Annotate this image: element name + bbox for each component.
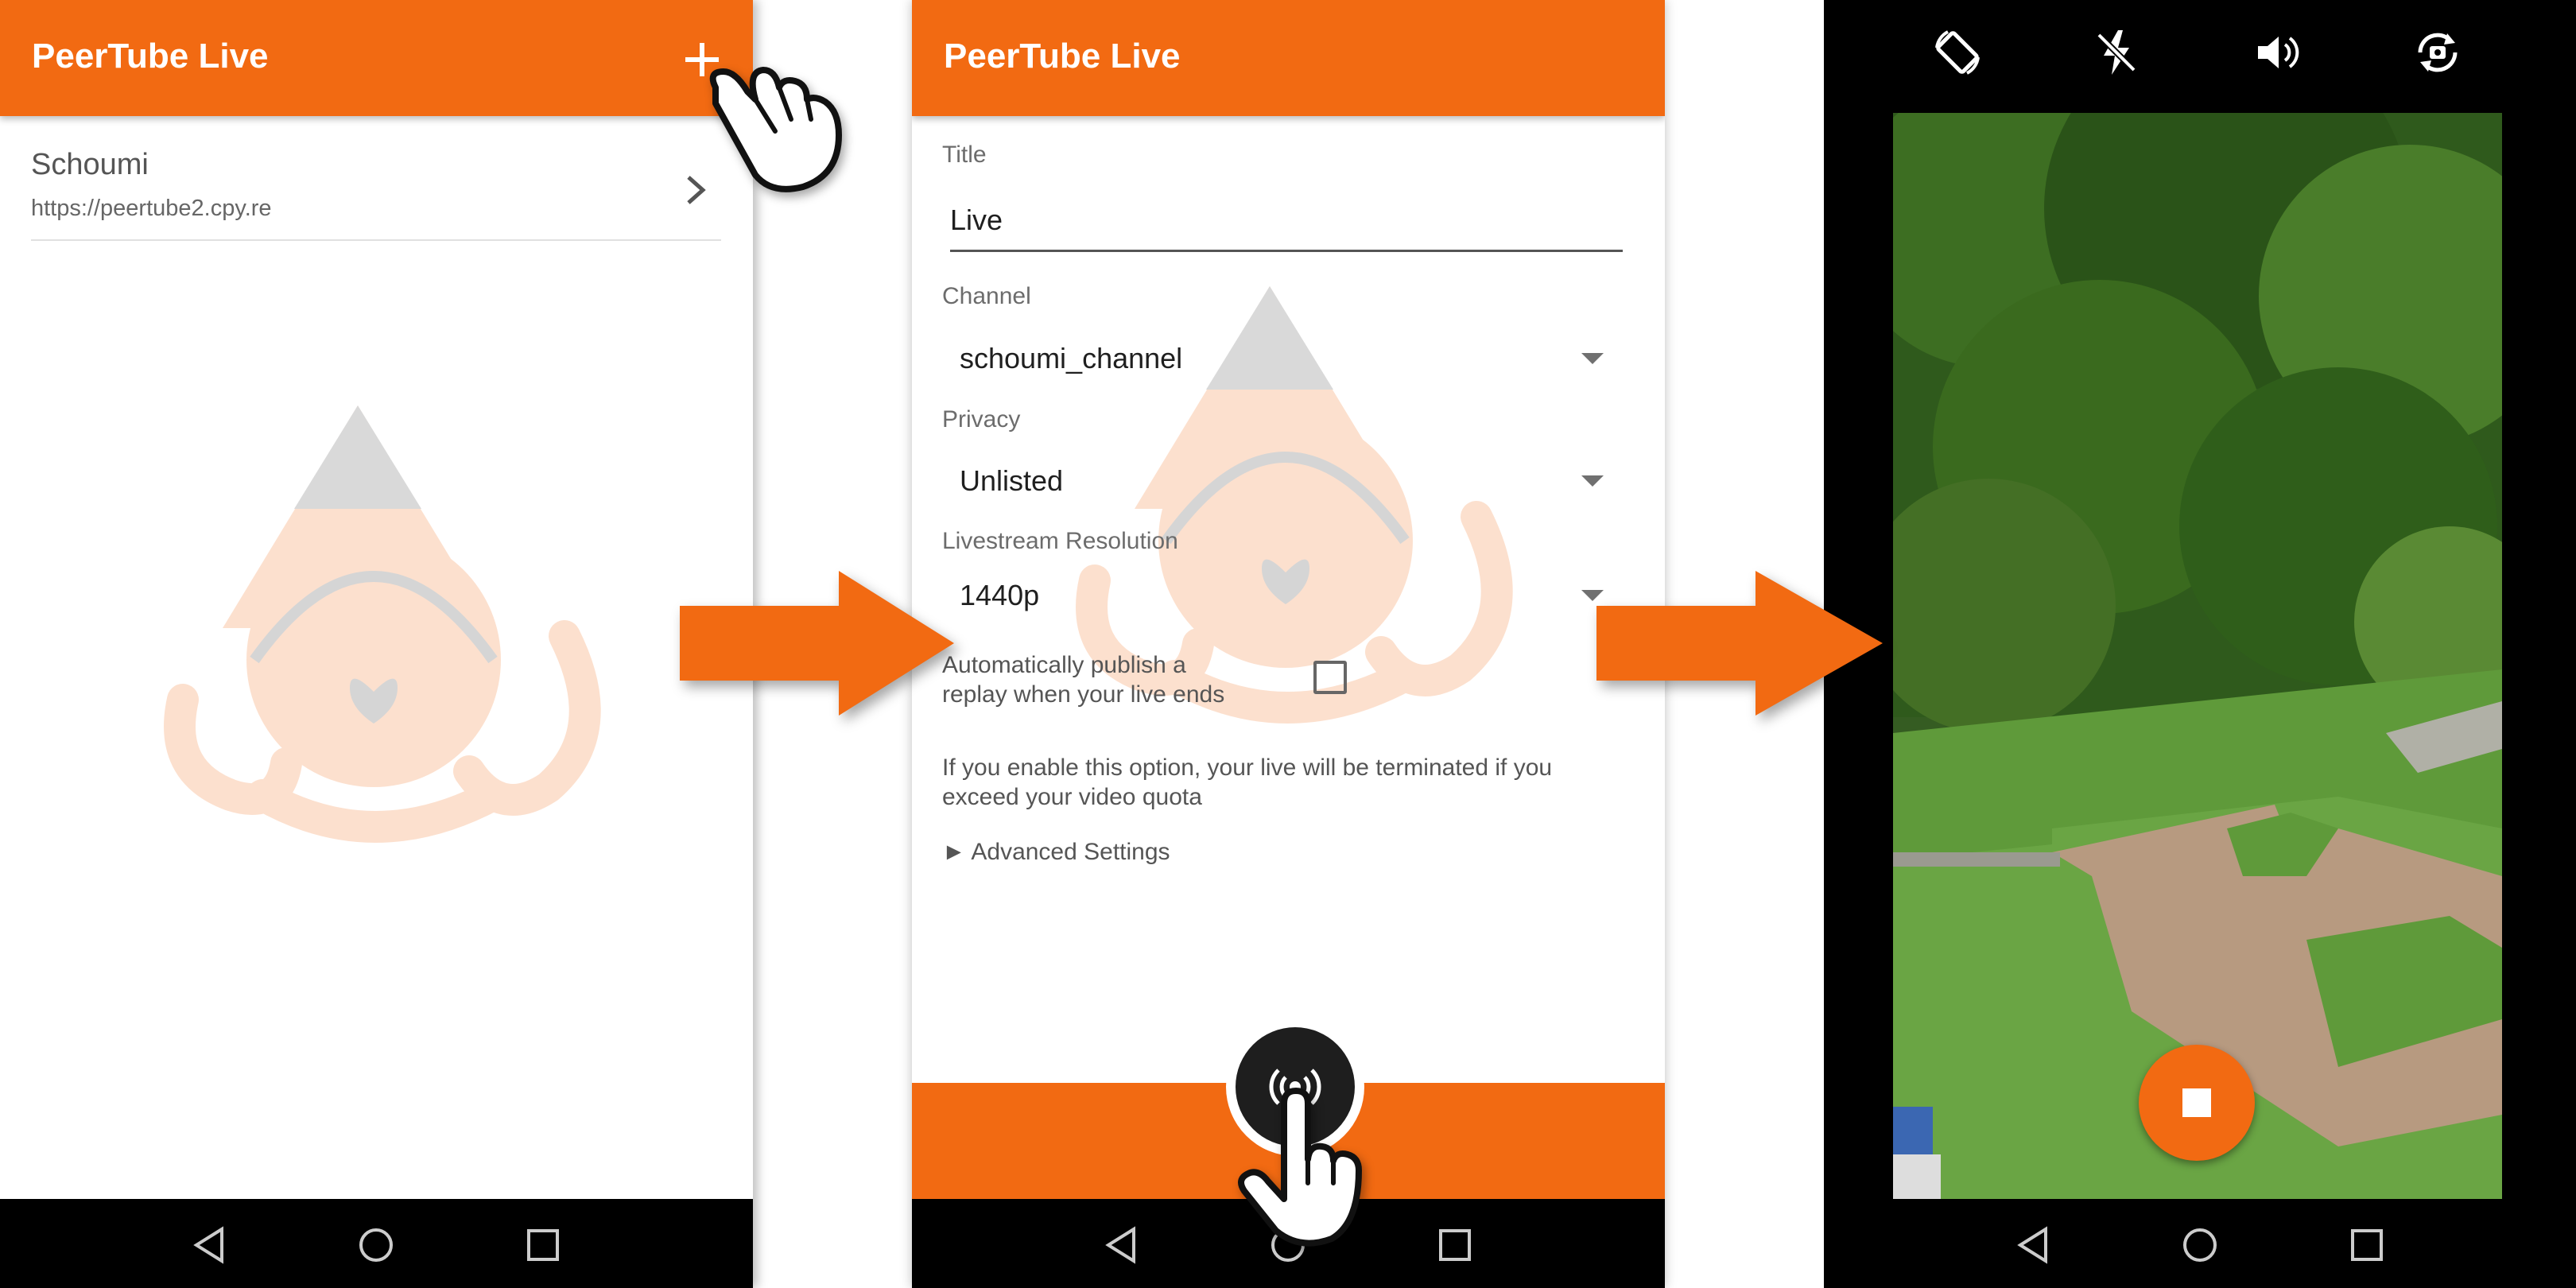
peertube-mascot-watermark — [164, 405, 601, 843]
channel-value: schoumi_channel — [960, 342, 1183, 374]
back-icon[interactable] — [2011, 1223, 2055, 1267]
title-label: Title — [942, 142, 987, 168]
advanced-settings-toggle[interactable]: ► Advanced Settings — [942, 839, 1170, 866]
home-icon[interactable] — [2178, 1223, 2222, 1267]
info-line1: If you enable this option, your live wil… — [942, 755, 1553, 781]
stop-stream-button[interactable] — [2139, 1045, 2255, 1161]
replay-checkbox[interactable] — [1313, 661, 1347, 694]
back-icon[interactable] — [1099, 1223, 1143, 1267]
flow-arrow-right-icon — [680, 571, 954, 716]
server-list-item[interactable]: Schoumi https://peertube2.cpy.re — [0, 135, 753, 240]
system-nav-bar — [1824, 1199, 2576, 1288]
resolution-select[interactable]: 1440p — [942, 571, 1642, 619]
flow-arrow-right-icon — [1596, 571, 1883, 716]
server-url: https://peertube2.cpy.re — [31, 196, 272, 221]
back-icon[interactable] — [187, 1223, 231, 1267]
list-divider — [31, 239, 721, 241]
quota-info: If you enable this option, your live wil… — [942, 753, 1642, 812]
volume-icon[interactable] — [2248, 24, 2306, 81]
info-line2: exceed your video quota — [942, 784, 1202, 810]
privacy-label: Privacy — [942, 406, 1021, 433]
server-name: Schoumi — [31, 148, 149, 181]
tap-hand-icon — [709, 67, 842, 192]
home-icon[interactable] — [354, 1223, 398, 1267]
live-streaming-screen — [1824, 0, 2576, 1288]
privacy-select[interactable]: Unlisted — [942, 456, 1642, 504]
replay-label-line2: replay when your live ends — [942, 681, 1225, 708]
app-bar: PeerTube Live — [912, 0, 1665, 116]
resolution-label: Livestream Resolution — [942, 528, 1178, 554]
recents-icon[interactable] — [521, 1223, 565, 1267]
replay-label-line1: Automatically publish a — [942, 652, 1186, 678]
resolution-value: 1440p — [960, 579, 1040, 611]
channel-label: Channel — [942, 283, 1031, 309]
flash-off-icon[interactable] — [2088, 24, 2145, 81]
app-title: PeerTube Live — [32, 37, 269, 76]
dropdown-arrow-icon — [1581, 475, 1604, 487]
camera-preview — [1893, 113, 2502, 1199]
recents-icon[interactable] — [1433, 1223, 1477, 1267]
rotate-screen-icon[interactable] — [1929, 24, 1986, 81]
channel-select[interactable]: schoumi_channel — [942, 334, 1642, 382]
tap-hand-icon — [1238, 1088, 1362, 1247]
system-nav-bar — [0, 1199, 753, 1288]
server-list-screen: PeerTube Live Schoumi https://peertube2.… — [0, 0, 753, 1288]
app-bar: PeerTube Live — [0, 0, 753, 116]
recents-icon[interactable] — [2345, 1223, 2389, 1267]
privacy-value: Unlisted — [960, 464, 1064, 497]
title-value: Live — [950, 204, 1003, 236]
dropdown-arrow-icon — [1581, 353, 1604, 364]
app-title: PeerTube Live — [944, 37, 1181, 76]
title-input[interactable]: Live — [950, 199, 1623, 252]
switch-camera-icon[interactable] — [2409, 24, 2466, 81]
stop-icon — [2182, 1088, 2211, 1117]
replay-option: Automatically publish a replay when your… — [942, 650, 1435, 709]
